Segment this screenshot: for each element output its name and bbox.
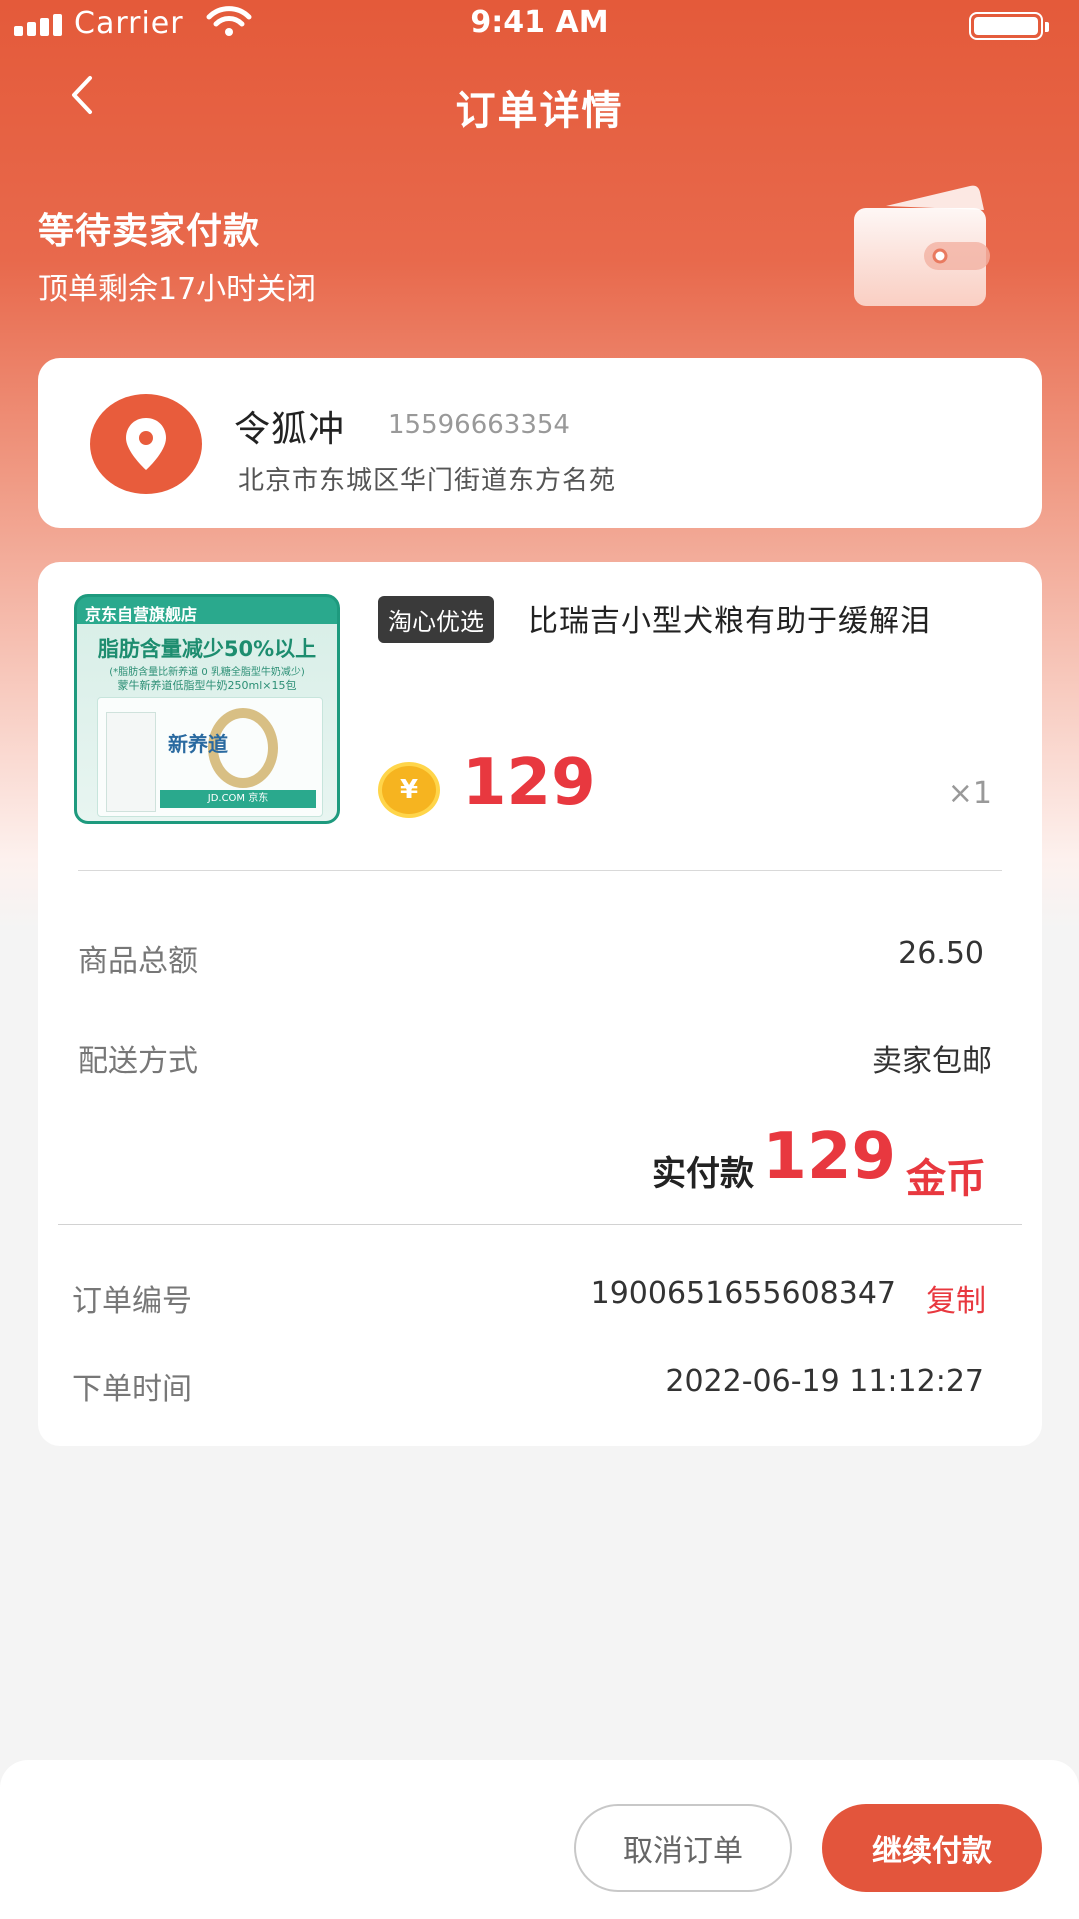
contact-name: 令狐冲 bbox=[234, 409, 346, 450]
wallet-icon bbox=[854, 185, 990, 306]
contact-address: 北京市东城区华门街道东方名苑 bbox=[238, 466, 617, 496]
shipping-value: 卖家包邮 bbox=[872, 1044, 992, 1079]
order-number-label: 订单编号 bbox=[72, 1284, 192, 1319]
location-pin-icon bbox=[90, 394, 202, 494]
clock: 9:41 AM bbox=[470, 5, 609, 40]
product-image-watermark: JD.COM 京东 bbox=[160, 790, 316, 808]
shipping-label: 配送方式 bbox=[78, 1044, 198, 1079]
subtotal-label: 商品总额 bbox=[78, 944, 198, 979]
contact-phone: 15596663354 bbox=[388, 410, 570, 440]
status-bar: Carrier 9:41 AM bbox=[0, 0, 1079, 50]
product-quantity: ×1 bbox=[947, 776, 992, 811]
product-image-store: 京东自营旗舰店 bbox=[85, 605, 198, 624]
product-image-brand: 新养道 bbox=[168, 732, 228, 756]
order-card: 京东自营旗舰店 脂肪含量减少50%以上 (*脂肪含量比新养道 0 乳糖全脂型牛奶… bbox=[38, 562, 1042, 1446]
paid-unit: 金币 bbox=[906, 1156, 986, 1202]
gold-coin-icon: ¥ bbox=[378, 762, 440, 818]
order-number-value: 1900651655608347 bbox=[590, 1276, 896, 1311]
order-time-value: 2022-06-19 11:12:27 bbox=[665, 1364, 984, 1399]
product-box-art: 新养道 JD.COM 京东 bbox=[97, 697, 323, 817]
cancel-order-button[interactable]: 取消订单 bbox=[574, 1804, 792, 1892]
product-title[interactable]: 比瑞吉小型犬粮有助于缓解泪 bbox=[528, 596, 931, 640]
subtotal-value: 26.50 bbox=[898, 936, 984, 971]
bottom-action-bar: 取消订单 继续付款 bbox=[0, 1760, 1079, 1919]
copy-order-number-button[interactable]: 复制 bbox=[926, 1276, 986, 1320]
paid-label: 实付款 bbox=[652, 1154, 754, 1194]
product-price: 129 bbox=[462, 746, 596, 820]
product-image[interactable]: 京东自营旗舰店 脂肪含量减少50%以上 (*脂肪含量比新养道 0 乳糖全脂型牛奶… bbox=[74, 594, 340, 824]
page-title: 订单详情 bbox=[455, 88, 624, 134]
product-image-spec: 蒙牛新养道低脂型牛奶250ml×15包 bbox=[117, 679, 297, 692]
product-tag: 淘心优选 bbox=[378, 596, 494, 643]
order-time-label: 下单时间 bbox=[72, 1372, 192, 1407]
order-countdown: 顶单剩余17小时关闭 bbox=[38, 272, 317, 307]
paid-amount: 129 bbox=[762, 1120, 896, 1194]
divider bbox=[58, 1224, 1022, 1225]
order-status-title: 等待卖家付款 bbox=[38, 211, 261, 252]
product-image-note: (*脂肪含量比新养道 0 乳糖全脂型牛奶减少) bbox=[109, 667, 305, 678]
address-card[interactable]: 令狐冲 15596663354 北京市东城区华门街道东方名苑 bbox=[38, 358, 1042, 528]
order-detail-page: Carrier 9:41 AM 订单详情 等待卖家付款 顶单剩余17小时关闭 令… bbox=[0, 0, 1079, 1919]
battery-icon bbox=[969, 12, 1049, 40]
divider bbox=[78, 870, 1002, 871]
product-image-headline: 脂肪含量减少50%以上 bbox=[97, 637, 317, 661]
continue-payment-button[interactable]: 继续付款 bbox=[822, 1804, 1042, 1892]
